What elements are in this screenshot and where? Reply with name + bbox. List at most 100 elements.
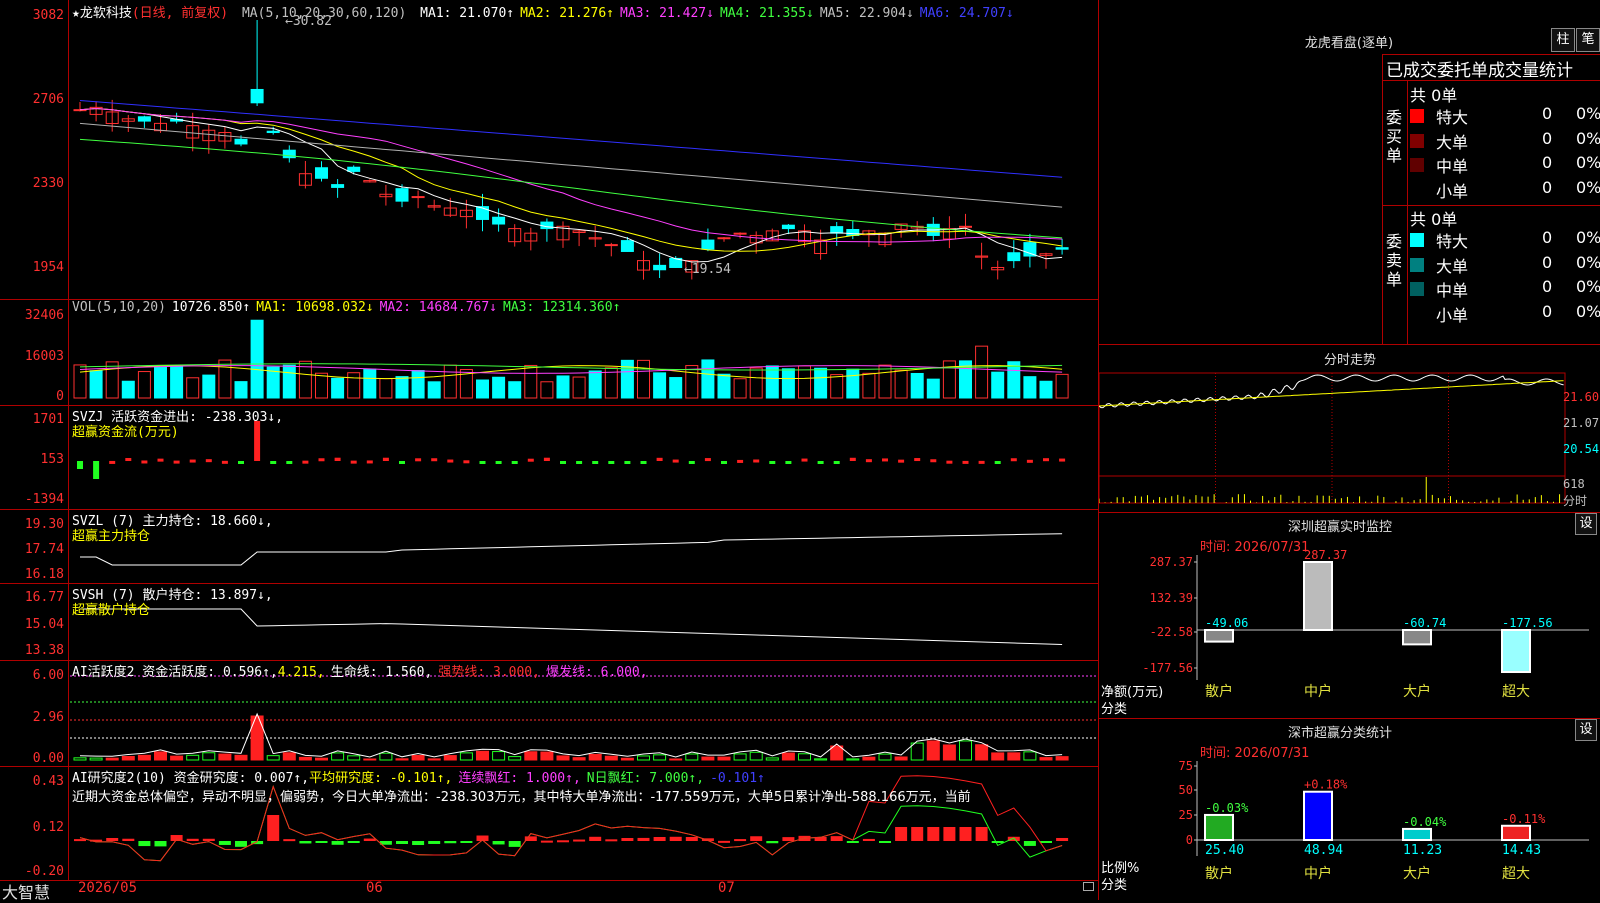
- flow-bar: [254, 421, 261, 461]
- volume-bar: [830, 374, 844, 399]
- tick-view-button[interactable]: 笔: [1576, 28, 1600, 52]
- activity-bar: [459, 752, 473, 761]
- volume-bar: [250, 319, 264, 399]
- research-bar: [347, 841, 360, 843]
- bar-view-button[interactable]: 柱: [1551, 28, 1575, 52]
- research-bar: [589, 836, 602, 841]
- flow-bar: [1043, 458, 1049, 462]
- volume-bar: [1039, 380, 1053, 399]
- flow-bar: [189, 459, 196, 463]
- volume-bar: [588, 370, 602, 399]
- volume-bar: [137, 371, 151, 399]
- activity-bar: [620, 757, 634, 761]
- volume-bar: [492, 376, 506, 399]
- y-tick: -1394: [24, 492, 64, 507]
- flow-bar: [141, 460, 148, 464]
- x-tick: 07: [718, 880, 735, 896]
- candle-body: [701, 239, 715, 250]
- volume-bar: [234, 381, 248, 399]
- flow-bar: [994, 461, 1001, 464]
- activity-bar: [315, 757, 328, 761]
- y-tick: 132.39: [1150, 591, 1193, 605]
- buy-count: 共 0单: [1410, 86, 1458, 105]
- research-bar: [734, 839, 747, 842]
- flow-bar: [817, 461, 824, 464]
- bar-value-label: -60.74: [1403, 616, 1446, 630]
- activity-bar: [1007, 752, 1021, 761]
- flow-bar: [495, 461, 502, 464]
- activity-bar: [540, 751, 554, 761]
- bar-value-label: -0.04%: [1403, 815, 1447, 829]
- volume-bar: [653, 372, 667, 399]
- activity-bar: [862, 756, 876, 761]
- monitor-chart[interactable]: 287.37 132.39 -22.58 -177.56 -49.06 散户 287.37 中…: [1099, 550, 1600, 720]
- category-label: 散户: [1205, 683, 1233, 700]
- flow-bar: [238, 461, 244, 464]
- lock-icon[interactable]: [1083, 882, 1094, 891]
- research-bar: [927, 827, 940, 841]
- research-bar: [750, 836, 763, 841]
- volume-bar: [926, 378, 940, 399]
- ai2-commentary: 近期大资金总体偏空，异动不明显，偏弱势，今日大单净流出：-238.303万元，其…: [72, 790, 971, 805]
- row-pct: 0%: [1576, 128, 1600, 148]
- flow-bar: [753, 459, 760, 463]
- activity-bar: [234, 754, 248, 761]
- bar-amount-label: 25.40: [1205, 843, 1244, 858]
- activity-bar: [492, 751, 506, 761]
- volume-bar: [170, 366, 184, 399]
- stats-cat-title: 分类: [1101, 878, 1128, 893]
- monitor-settings-button[interactable]: 设: [1575, 513, 1597, 535]
- research-bar: [331, 841, 344, 845]
- longhu-title: 龙虎看盘(逐单): [1304, 36, 1394, 51]
- research-bar: [74, 839, 86, 842]
- bar-amount-label: 14.43: [1502, 843, 1541, 858]
- research-bar: [283, 839, 296, 842]
- research-bar: [412, 841, 425, 846]
- candle-body: [653, 264, 667, 271]
- category-bar: [1303, 790, 1333, 841]
- row-name: 中单: [1436, 157, 1469, 176]
- order-row: 中单 0 0%: [1410, 153, 1600, 177]
- activity-bar: [798, 753, 811, 761]
- candle-body: [1007, 252, 1021, 262]
- legend-item: MA3: 12314.360↑: [503, 300, 621, 315]
- activity-bar: [331, 752, 345, 761]
- ai2-legend: AI研究度2(10) 资金研究度: 0.007↑,平均研究度: -0.101↑,…: [72, 771, 765, 786]
- candle-body: [250, 88, 264, 104]
- category-bar: [1204, 813, 1234, 841]
- intraday-vol-label: 分时: [1563, 494, 1588, 508]
- flow-bar: [592, 461, 599, 464]
- research-bar: [830, 836, 843, 841]
- y-tick: 3082: [32, 8, 64, 23]
- y-tick: 0: [56, 389, 64, 404]
- research-bar: [106, 837, 119, 841]
- flow-bar: [205, 459, 212, 463]
- volume-bar: [363, 368, 377, 399]
- volume-bar: [862, 372, 876, 399]
- flow-bar: [640, 461, 647, 464]
- ai1-legend: AI活跃度2 资金活跃度: 0.596↑,4.215, 生命线: 1.560, 强势…: [72, 665, 648, 680]
- y-tick: 0.00: [32, 751, 64, 766]
- intraday-chart[interactable]: [1099, 366, 1600, 510]
- category-bar: [1303, 561, 1333, 631]
- volume-bar: [781, 368, 795, 399]
- research-bar: [315, 841, 328, 843]
- research-bar: [895, 827, 908, 841]
- flow-bar: [1026, 459, 1033, 463]
- volume-bar: [878, 364, 892, 399]
- avg-price-line: [1099, 380, 1564, 407]
- chart-area[interactable]: ★龙软科技(日线, 前复权) MA(5,10,20,30,60,120) MA1…: [0, 0, 1099, 902]
- category-label: 大户: [1403, 865, 1431, 882]
- row-pct: 0%: [1576, 252, 1600, 272]
- stats-settings-button[interactable]: 设: [1575, 719, 1597, 741]
- research-bar: [235, 841, 247, 847]
- row-value: 0: [1542, 153, 1553, 172]
- row-name: 小单: [1436, 305, 1469, 325]
- flow-bar: [801, 458, 808, 462]
- candlestick-chart[interactable]: [0, 0, 1098, 880]
- stats-chart[interactable]: 75 50 25 0 -0.03% 散户 25.40 +0.18% 中户 48.94 -0.04% 大…: [1099, 756, 1600, 900]
- research-bar: [444, 841, 457, 844]
- flow-bar: [286, 461, 293, 464]
- flow-bar: [157, 458, 164, 462]
- activity-bar: [604, 755, 618, 761]
